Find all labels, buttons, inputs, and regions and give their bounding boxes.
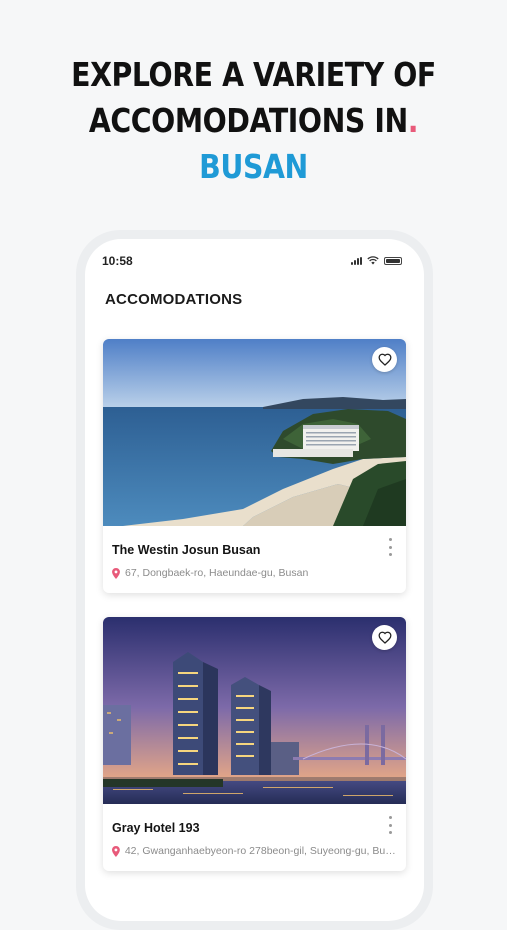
headline-line-2-text: ACCOMODATIONS IN (88, 101, 408, 140)
status-icons (351, 256, 402, 265)
hotel-address: 67, Dongbaek-ro, Haeundae-gu, Busan (112, 567, 397, 579)
hotel-name: The Westin Josun Busan (112, 543, 261, 557)
status-bar: 10:58 (85, 239, 424, 279)
more-options-icon[interactable] (385, 538, 395, 556)
phone-frame: 10:58 ACCOMODATIONS The Westin Josun Bus… (76, 230, 433, 930)
hotel-photo[interactable] (103, 339, 406, 526)
favorite-button[interactable] (372, 347, 397, 372)
location-pin-icon (112, 845, 120, 857)
hotel-address-text: 67, Dongbaek-ro, Haeundae-gu, Busan (125, 567, 309, 579)
accommodation-card[interactable]: The Westin Josun Busan 67, Dongbaek-ro, … (103, 339, 406, 593)
battery-icon (384, 256, 402, 265)
heart-outline-icon (378, 631, 391, 644)
westin-photo-illustration (103, 339, 406, 526)
phone-screen: 10:58 ACCOMODATIONS The Westin Josun Bus… (85, 239, 424, 921)
section-title: ACCOMODATIONS (105, 291, 243, 308)
hotel-address-text: 42, Gwanganhaebyeon-ro 278beon-gil, Suye… (124, 845, 397, 857)
hotel-name: Gray Hotel 193 (112, 821, 200, 835)
headline-dot: . (407, 101, 419, 140)
headline-line-2: ACCOMODATIONS IN. (35, 98, 471, 144)
promo-headline: EXPLORE A VARIETY OF ACCOMODATIONS IN. B… (35, 52, 471, 190)
status-time: 10:58 (102, 254, 133, 268)
hotel-photo[interactable] (103, 617, 406, 804)
headline-city: BUSAN (199, 147, 308, 186)
headline-line-1: EXPLORE A VARIETY OF (71, 55, 436, 94)
more-options-icon[interactable] (385, 816, 395, 834)
heart-outline-icon (378, 353, 391, 366)
card-body: The Westin Josun Busan 67, Dongbaek-ro, … (103, 526, 406, 593)
favorite-button[interactable] (372, 625, 397, 650)
signal-icon (351, 256, 362, 265)
location-pin-icon (112, 567, 120, 579)
accommodation-card[interactable]: Gray Hotel 193 42, Gwanganhaebyeon-ro 27… (103, 617, 406, 871)
hotel-address: 42, Gwanganhaebyeon-ro 278beon-gil, Suye… (112, 845, 397, 857)
wifi-icon (367, 256, 379, 265)
card-body: Gray Hotel 193 42, Gwanganhaebyeon-ro 27… (103, 804, 406, 871)
gray-hotel-photo-illustration (103, 617, 406, 804)
